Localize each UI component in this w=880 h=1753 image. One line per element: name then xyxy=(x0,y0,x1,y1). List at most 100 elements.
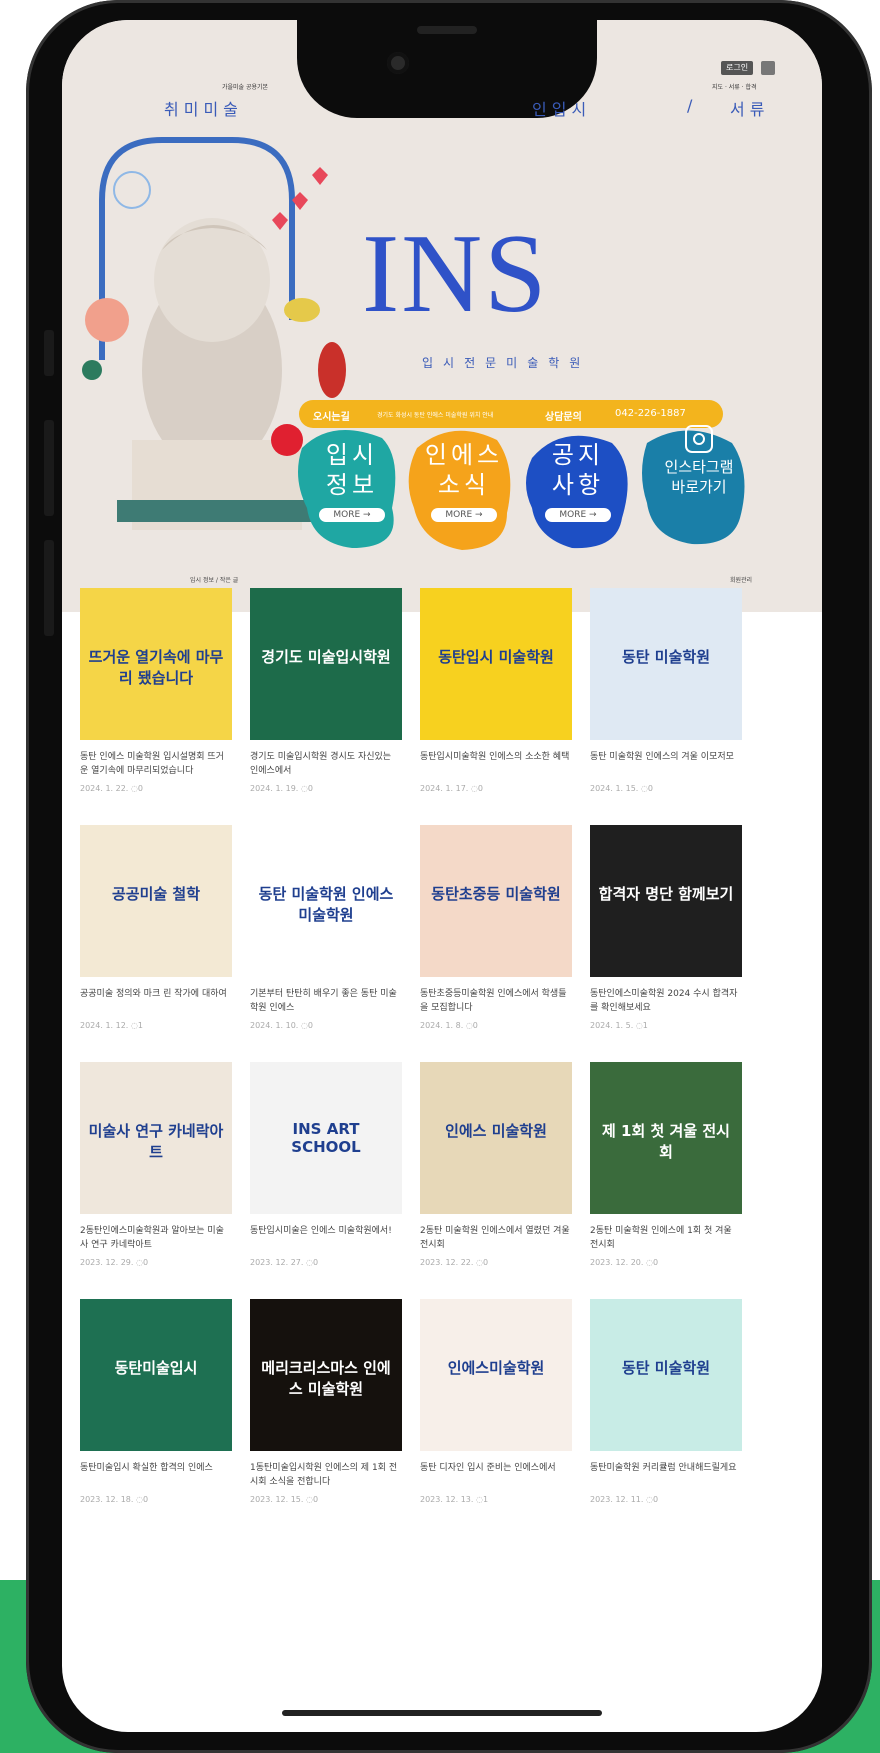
post-card[interactable]: 동탄미술입시 동탄미술입시 확실한 합격의 인에스 2023. 12. 18. ◌0 xyxy=(80,1299,232,1504)
post-thumbnail[interactable]: 미술사 연구 카네락아트 xyxy=(80,1062,232,1214)
post-thumbnail[interactable]: 인에스 미술학원 xyxy=(420,1062,572,1214)
post-meta: 2024. 1. 5. ◌1 xyxy=(590,1021,742,1030)
post-card[interactable]: 인에스미술학원 동탄 디자인 입시 준비는 인에스에서 2023. 12. 13. … xyxy=(420,1299,572,1504)
post-caption[interactable]: 동탄미술학원 커리큘럼 안내해드릴게요 xyxy=(590,1461,742,1489)
comment-icon: ◌ xyxy=(298,1021,308,1030)
post-caption[interactable]: 경기도 미술입시학원 경시도 자신있는 인에스에서 xyxy=(250,750,402,778)
comment-icon: ◌ xyxy=(633,1021,643,1030)
post-thumbnail-text: 동탄입시 미술학원 xyxy=(438,648,554,666)
post-date: 2023. 12. 27. xyxy=(250,1258,304,1267)
post-caption[interactable]: 동탄인에스미술학원 2024 수시 합격자를 확인해보세요 xyxy=(590,987,742,1015)
post-date: 2024. 1. 5. xyxy=(590,1021,634,1030)
post-card[interactable]: 제 1회 첫 겨울 전시회 2동탄 미술학원 인에스에 1회 첫 겨울 전시회 20… xyxy=(590,1062,742,1267)
post-card[interactable]: 동탄입시 미술학원동탄입시미술학원 인에스의 소소한 혜택 2024. 1. 17… xyxy=(420,588,572,793)
post-card[interactable]: 동탄 미술학원 동탄미술학원 커리큘럼 안내해드릴게요 2023. 12. 11. … xyxy=(590,1299,742,1504)
post-thumbnail[interactable]: 동탄 미술학원 xyxy=(590,588,742,740)
comment-icon: ◌ xyxy=(473,1258,483,1267)
post-card[interactable]: 뜨거운 열기속에 마무리 됐습니다동탄 인에스 미술학원 입시설명회 뜨거운 열… xyxy=(80,588,232,793)
post-thumbnail[interactable]: 제 1회 첫 겨울 전시회 xyxy=(590,1062,742,1214)
post-caption[interactable]: 기본부터 탄탄히 배우기 좋은 동탄 미술학원 인에스 xyxy=(250,987,402,1015)
comment-icon: ◌ xyxy=(468,784,478,793)
footnote-right: 회원관리 xyxy=(730,577,753,584)
comment-count: 0 xyxy=(142,1258,149,1267)
post-caption[interactable]: 동탄 인에스 미술학원 입시설명회 뜨거운 열기속에 마무리되었습니다 xyxy=(80,750,232,778)
menu-icon[interactable] xyxy=(761,61,775,75)
post-date: 2023. 12. 22. xyxy=(420,1258,474,1267)
camera-icon xyxy=(387,52,409,74)
post-date: 2023. 12. 18. xyxy=(80,1495,134,1504)
post-thumbnail[interactable]: 동탄미술입시 xyxy=(80,1299,232,1451)
post-caption[interactable]: 동탄 미술학원 인에스의 겨울 이모저모 xyxy=(590,750,742,778)
post-card[interactable]: 공공미술 철학공공미술 정의와 마크 린 작가에 대하여 2024. 1. 12.… xyxy=(80,825,232,1030)
instagram-button[interactable]: 인스타그램 바로가기 xyxy=(644,425,754,497)
nav-documents[interactable]: 서류 xyxy=(730,96,769,120)
post-card[interactable]: 인에스 미술학원 2동탄 미술학원 인에스에서 열렸던 겨울전시회 2023. 12… xyxy=(420,1062,572,1267)
post-meta: 2023. 12. 15. ◌0 xyxy=(250,1495,402,1504)
post-thumbnail-text: 동탄미술입시 xyxy=(114,1359,198,1377)
post-thumbnail[interactable]: 뜨거운 열기속에 마무리 됐습니다 xyxy=(80,588,232,740)
post-date: 2024. 1. 8. xyxy=(420,1021,464,1030)
post-meta: 2024. 1. 8. ◌0 xyxy=(420,1021,572,1030)
post-meta: 2024. 1. 22. ◌0 xyxy=(80,784,232,793)
post-thumbnail[interactable]: 메리크리스마스 인에스 미술학원 xyxy=(250,1299,402,1451)
notice-button[interactable]: 공지 사항 MORE → xyxy=(528,440,628,522)
post-thumbnail[interactable]: 동탄입시 미술학원 xyxy=(420,588,572,740)
post-card[interactable]: 경기도 미술입시학원경기도 미술입시학원 경시도 자신있는 인에스에서 2024.… xyxy=(250,588,402,793)
post-caption[interactable]: 동탄초중등미술학원 인에스에서 학생들을 모집합니다 xyxy=(420,987,572,1015)
post-caption[interactable]: 1동탄미술입시학원 인에스의 제 1회 전시회 소식을 전합니다 xyxy=(250,1461,402,1489)
post-thumbnail-text: 인에스 미술학원 xyxy=(445,1122,547,1140)
post-thumbnail-text: 공공미술 철학 xyxy=(111,885,201,903)
post-card[interactable]: 미술사 연구 카네락아트 2동탄인에스미술학원과 알아보는 미술사 연구 카네락아… xyxy=(80,1062,232,1267)
post-thumbnail[interactable]: 합격자 명단 함께보기 xyxy=(590,825,742,977)
ins-news-button[interactable]: 인에스 소식 MORE → xyxy=(414,440,514,522)
admissions-info-more[interactable]: MORE → xyxy=(319,508,385,522)
post-card[interactable]: 동탄 미술학원 인에스 미술학원기본부터 탄탄히 배우기 좋은 동탄 미술학원 … xyxy=(250,825,402,1030)
post-caption[interactable]: 동탄 디자인 입시 준비는 인에스에서 xyxy=(420,1461,572,1489)
post-thumbnail-text: 인에스미술학원 xyxy=(447,1359,545,1377)
post-card[interactable]: INS ART SCHOOL 동탄입시미술은 인에스 미술학원에서! 2023. 1… xyxy=(250,1062,402,1267)
comment-icon: ◌ xyxy=(303,1495,313,1504)
home-indicator xyxy=(282,1710,602,1716)
nav-hobby-art[interactable]: 취미미술 xyxy=(164,96,243,120)
post-caption[interactable]: 동탄미술입시 확실한 합격의 인에스 xyxy=(80,1461,232,1489)
post-card[interactable]: 동탄초중등 미술학원동탄초중등미술학원 인에스에서 학생들을 모집합니다 2024… xyxy=(420,825,572,1030)
comment-count: 0 xyxy=(307,784,313,793)
nav-admissions[interactable]: 인입시 xyxy=(532,96,591,120)
post-meta: 2024. 1. 19. ◌0 xyxy=(250,784,402,793)
post-thumbnail-text: 동탄 미술학원 xyxy=(621,1359,711,1377)
hero-title: INS xyxy=(362,212,549,336)
post-card[interactable]: 합격자 명단 함께보기동탄인에스미술학원 2024 수시 합격자를 확인해보세요… xyxy=(590,825,742,1030)
post-thumbnail[interactable]: 동탄 미술학원 인에스 미술학원 xyxy=(250,825,402,977)
comment-count: 1 xyxy=(137,1021,143,1030)
post-card[interactable]: 동탄 미술학원 동탄 미술학원 인에스의 겨울 이모저모 2024. 1. 15. … xyxy=(590,588,742,793)
side-button xyxy=(44,330,54,376)
notice-more[interactable]: MORE → xyxy=(545,508,611,522)
post-date: 2024. 1. 15. xyxy=(590,784,639,793)
post-thumbnail-text: 동탄 미술학원 인에스 미술학원 xyxy=(258,885,394,924)
ins-news-more[interactable]: MORE → xyxy=(431,508,497,522)
post-date: 2024. 1. 12. xyxy=(80,1021,129,1030)
post-thumbnail[interactable]: 공공미술 철학 xyxy=(80,825,232,977)
post-caption[interactable]: 2동탄 미술학원 인에스에 1회 첫 겨울 전시회 xyxy=(590,1224,742,1252)
comment-icon: ◌ xyxy=(133,1258,143,1267)
post-thumbnail[interactable]: 인에스미술학원 xyxy=(420,1299,572,1451)
post-thumbnail-text: 메리크리스마스 인에스 미술학원 xyxy=(261,1359,391,1398)
post-caption[interactable]: 동탄입시미술학원 인에스의 소소한 혜택 xyxy=(420,750,572,778)
post-card[interactable]: 메리크리스마스 인에스 미술학원 1동탄미술입시학원 인에스의 제 1회 전시회 … xyxy=(250,1299,402,1504)
post-caption[interactable]: 2동탄인에스미술학원과 알아보는 미술사 연구 카네락아트 xyxy=(80,1224,232,1252)
post-caption[interactable]: 2동탄 미술학원 인에스에서 열렸던 겨울전시회 xyxy=(420,1224,572,1252)
post-thumbnail-text: 동탄초중등 미술학원 xyxy=(431,885,561,903)
post-thumbnail[interactable]: 경기도 미술입시학원 xyxy=(250,588,402,740)
post-thumbnail-text: 미술사 연구 카네락아트 xyxy=(88,1122,224,1161)
post-date: 2023. 12. 29. xyxy=(80,1258,134,1267)
hero-section: 가을미술 공용기본 취미미술 인입시 / 지도 · 서류 · 합격 서류 로그인… xyxy=(62,20,822,612)
post-caption[interactable]: 동탄입시미술은 인에스 미술학원에서! xyxy=(250,1224,402,1252)
admissions-info-button[interactable]: 입시 정보 MORE → xyxy=(302,440,402,522)
post-meta: 2023. 12. 27. ◌0 xyxy=(250,1258,402,1267)
post-thumbnail[interactable]: INS ART SCHOOL xyxy=(250,1062,402,1214)
post-caption[interactable]: 공공미술 정의와 마크 린 작가에 대하여 xyxy=(80,987,232,1015)
post-thumbnail[interactable]: 동탄초중등 미술학원 xyxy=(420,825,572,977)
post-thumbnail[interactable]: 동탄 미술학원 xyxy=(590,1299,742,1451)
login-button[interactable]: 로그인 xyxy=(721,61,754,75)
post-meta: 2024. 1. 17. ◌0 xyxy=(420,784,572,793)
